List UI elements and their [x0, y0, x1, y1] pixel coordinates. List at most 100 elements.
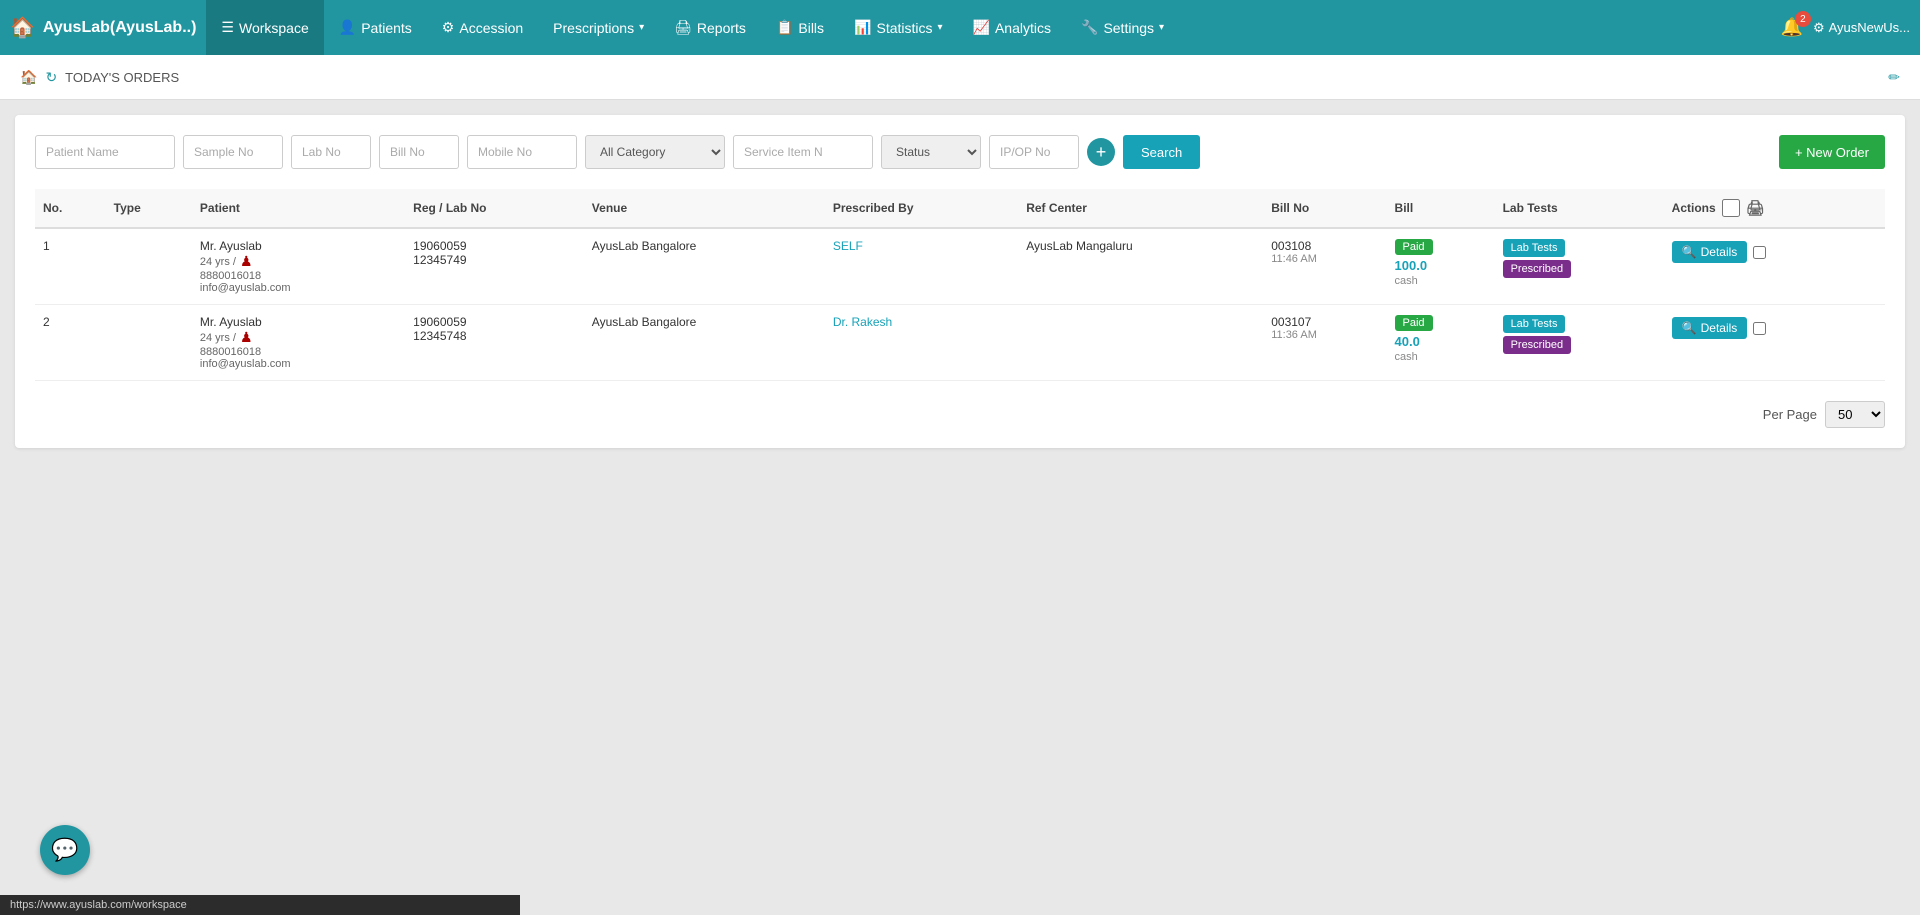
sample-no-input[interactable] [183, 135, 283, 169]
notifications-bell[interactable]: 🔔 2 [1781, 17, 1803, 38]
ip-op-input[interactable] [989, 135, 1079, 169]
bill-no-input[interactable] [379, 135, 459, 169]
chat-button[interactable]: 💬 [40, 825, 90, 875]
status-select[interactable]: Status [881, 135, 981, 169]
lab-no-input[interactable] [291, 135, 371, 169]
cell-billno-0: 003108 11:46 AM [1263, 228, 1386, 305]
brand[interactable]: 🏠 AyusLab(AyusLab..) [10, 15, 196, 40]
col-bill: Bill [1387, 189, 1495, 228]
settings-user-icon: ⚙ [1813, 20, 1825, 36]
nav-right: 🔔 2 ⚙ AyusNewUs... [1781, 17, 1910, 38]
cell-billno-1: 003107 11:36 AM [1263, 305, 1386, 381]
workspace-icon: ☰ [221, 19, 234, 36]
select-all-checkbox[interactable] [1722, 199, 1740, 217]
service-item-input[interactable] [733, 135, 873, 169]
statistics-icon: 📊 [854, 19, 871, 36]
cell-actions-1: 🔍 Details [1664, 305, 1885, 349]
prescriptions-dropdown-icon: ▾ [639, 22, 644, 33]
nav-item-reports[interactable]: 🖨 Reports [659, 0, 761, 55]
new-order-button[interactable]: + New Order [1779, 135, 1885, 169]
refresh-icon[interactable]: ↻ [45, 69, 57, 86]
nav-label-patients: Patients [361, 20, 412, 36]
search-button[interactable]: Search [1123, 135, 1200, 169]
cell-patient-1: Mr. Ayuslab 24 yrs / ♟ 8880016018 info@a… [192, 305, 405, 381]
col-lab-tests: Lab Tests [1495, 189, 1664, 228]
cell-venue-1: AyusLab Bangalore [584, 305, 825, 381]
cell-prescribed-0: SELF [825, 228, 1018, 305]
brand-name: AyusLab(AyusLab..) [43, 19, 197, 37]
prescribed-button-1[interactable]: Prescribed [1503, 336, 1572, 354]
details-button-0[interactable]: 🔍 Details [1672, 241, 1748, 263]
per-page-select[interactable]: 50 100 200 [1825, 401, 1885, 428]
nav-label-settings: Settings [1103, 20, 1154, 36]
print-icon[interactable]: 🖨 [1746, 199, 1765, 217]
filter-row: All Category Status + Search + New Order [35, 135, 1885, 169]
nav-item-analytics[interactable]: 📈 Analytics [958, 0, 1066, 55]
cell-reg-1: 19060059 12345748 [405, 305, 584, 381]
row-checkbox-0[interactable] [1753, 246, 1766, 259]
table-row: 1 Mr. Ayuslab 24 yrs / ♟ 8880016018 info… [35, 228, 1885, 305]
patient-name-input[interactable] [35, 135, 175, 169]
prescribed-button-0[interactable]: Prescribed [1503, 260, 1572, 278]
lab-tests-button-0[interactable]: Lab Tests [1503, 239, 1566, 257]
details-icon-1: 🔍 [1682, 321, 1697, 335]
per-page-label: Per Page [1763, 407, 1817, 422]
lab-tests-button-1[interactable]: Lab Tests [1503, 315, 1566, 333]
mobile-no-input[interactable] [467, 135, 577, 169]
nav-item-accession[interactable]: ⚙ Accession [427, 0, 538, 55]
nav-label-bills: Bills [798, 20, 824, 36]
col-bill-no: Bill No [1263, 189, 1386, 228]
nav-item-settings[interactable]: 🔧 Settings ▾ [1066, 0, 1179, 55]
statistics-dropdown-icon: ▾ [938, 22, 943, 33]
col-actions: Actions 🖨 [1664, 189, 1885, 228]
table-row: 2 Mr. Ayuslab 24 yrs / ♟ 8880016018 info… [35, 305, 1885, 381]
cell-bill-0: Paid 100.0 cash [1387, 228, 1495, 305]
cell-no-1: 2 [35, 305, 106, 381]
bills-icon: 📋 [776, 19, 793, 36]
details-icon-0: 🔍 [1682, 245, 1697, 259]
user-menu[interactable]: ⚙ AyusNewUs... [1813, 20, 1910, 36]
analytics-icon: 📈 [973, 19, 990, 36]
settings-icon: 🔧 [1081, 19, 1098, 36]
navbar: 🏠 AyusLab(AyusLab..) ☰ Workspace 👤 Patie… [0, 0, 1920, 55]
col-patient: Patient [192, 189, 405, 228]
status-bar: https://www.ayuslab.com/workspace [0, 895, 520, 915]
edit-icon[interactable]: ✏ [1888, 69, 1900, 86]
nav-item-workspace[interactable]: ☰ Workspace [206, 0, 323, 55]
col-no: No. [35, 189, 106, 228]
cell-labtests-0: Lab Tests Prescribed [1495, 228, 1664, 305]
cell-type-0 [106, 228, 192, 305]
orders-card: All Category Status + Search + New Order… [15, 115, 1905, 448]
nav-label-analytics: Analytics [995, 20, 1051, 36]
category-select[interactable]: All Category [585, 135, 725, 169]
nav-label-statistics: Statistics [876, 20, 932, 36]
nav-item-patients[interactable]: 👤 Patients [324, 0, 427, 55]
status-url: https://www.ayuslab.com/workspace [10, 899, 187, 911]
cell-ref-0: AyusLab Mangaluru [1018, 228, 1263, 305]
nav-label-workspace: Workspace [239, 20, 309, 36]
nav-item-prescriptions[interactable]: Prescriptions ▾ [538, 0, 659, 55]
nav-label-reports: Reports [697, 20, 746, 36]
settings-dropdown-icon: ▾ [1159, 22, 1164, 33]
cell-type-1 [106, 305, 192, 381]
orders-table: No. Type Patient Reg / Lab No Venue Pres… [35, 189, 1885, 381]
col-reg-lab: Reg / Lab No [405, 189, 584, 228]
nav-item-statistics[interactable]: 📊 Statistics ▾ [839, 0, 957, 55]
col-venue: Venue [584, 189, 825, 228]
brand-icon: 🏠 [10, 15, 35, 40]
pagination-row: Per Page 50 100 200 [35, 401, 1885, 428]
home-icon[interactable]: 🏠 [20, 69, 37, 86]
add-filter-button[interactable]: + [1087, 138, 1115, 166]
col-ref-center: Ref Center [1018, 189, 1263, 228]
col-type: Type [106, 189, 192, 228]
cell-bill-1: Paid 40.0 cash [1387, 305, 1495, 381]
cell-no-0: 1 [35, 228, 106, 305]
chat-icon: 💬 [51, 837, 78, 863]
cell-prescribed-1: Dr. Rakesh [825, 305, 1018, 381]
row-checkbox-1[interactable] [1753, 322, 1766, 335]
details-button-1[interactable]: 🔍 Details [1672, 317, 1748, 339]
cell-actions-0: 🔍 Details [1664, 229, 1885, 273]
username: AyusNewUs... [1829, 20, 1910, 35]
patients-icon: 👤 [339, 19, 356, 36]
nav-item-bills[interactable]: 📋 Bills [761, 0, 839, 55]
